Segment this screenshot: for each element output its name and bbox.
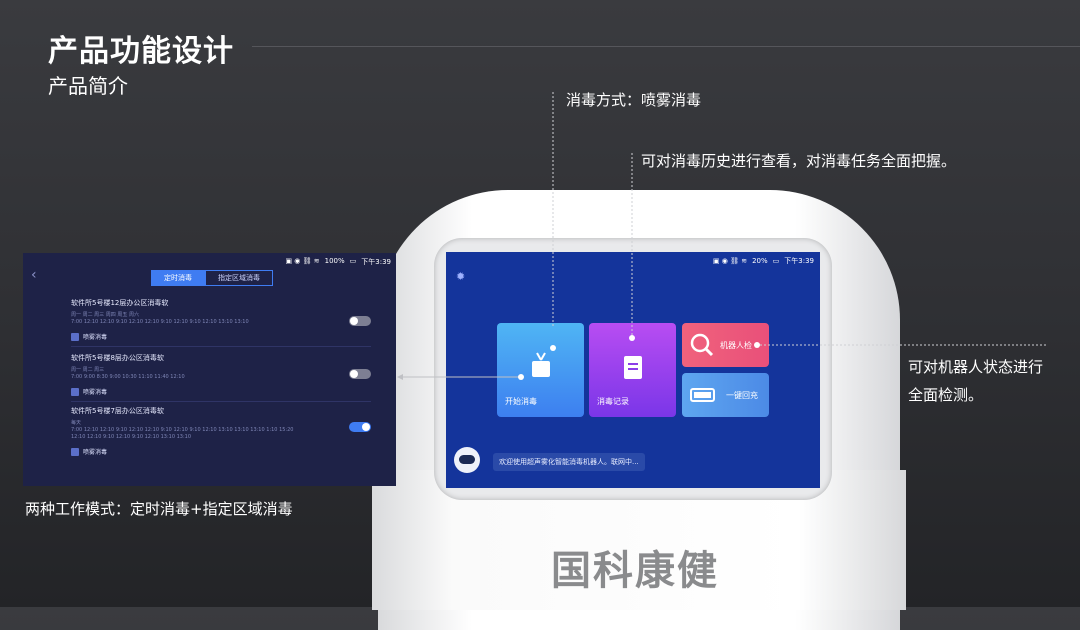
callout-dot bbox=[629, 335, 635, 341]
status-annotation-line1: 可对机器人状态进行 bbox=[908, 358, 1044, 376]
modes-annotation: 两种工作模式：定时消毒+指定区域消毒 bbox=[25, 500, 293, 518]
status-annotation-line2: 全面检测。 bbox=[908, 386, 984, 404]
callout-dot bbox=[550, 345, 556, 351]
history-annotation: 可对消毒历史进行查看，对消毒任务全面把握。 bbox=[641, 152, 957, 170]
callout-dot bbox=[754, 342, 760, 348]
spray-annotation: 消毒方式：喷雾消毒 bbox=[566, 91, 702, 109]
callout-dot bbox=[518, 374, 524, 380]
